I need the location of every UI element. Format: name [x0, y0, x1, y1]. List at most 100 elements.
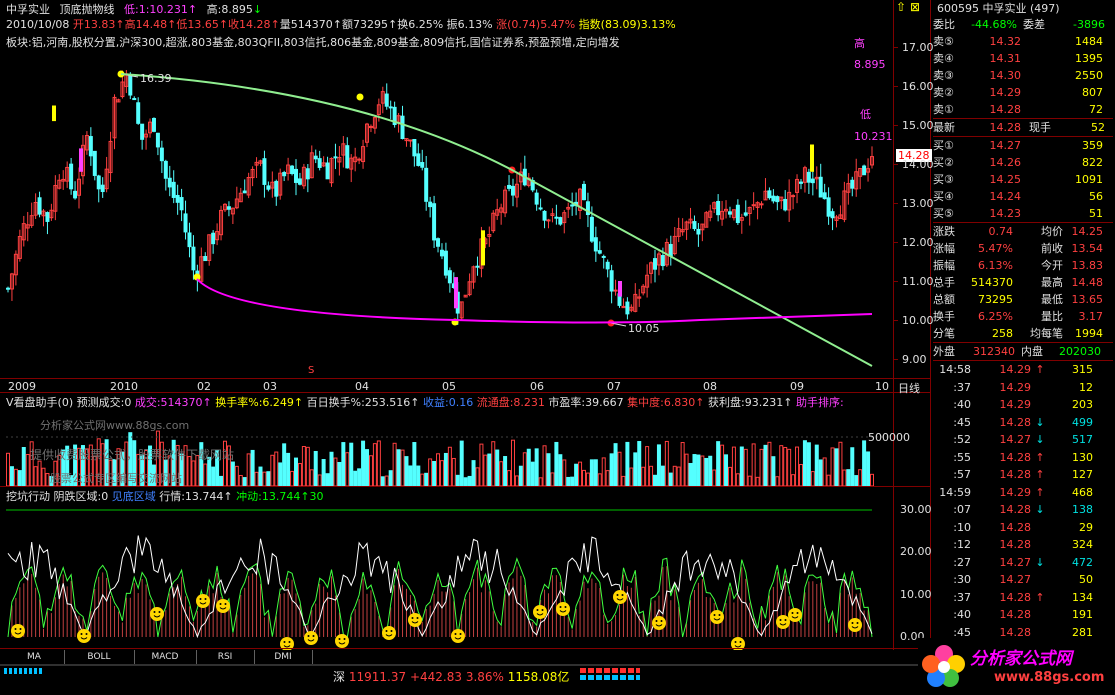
tick-time: :37 — [953, 380, 971, 394]
order-level[interactable]: 卖⑤ 14.32 1484 — [933, 33, 1113, 50]
candle-body — [242, 190, 247, 194]
level-volume: 1395 — [1075, 52, 1103, 65]
candle-body — [211, 232, 216, 245]
order-level[interactable]: 卖③ 14.30 2550 — [933, 67, 1113, 84]
candle-body — [443, 250, 448, 276]
stat-label: 今开 — [1041, 259, 1063, 272]
vol-axis-label: 500000 — [868, 431, 910, 444]
candle-body — [400, 115, 405, 140]
volume-bar — [333, 457, 338, 487]
vol-volume: 成交:514370↑ — [134, 396, 212, 409]
level-label: 买③ — [933, 173, 954, 186]
stat-value: 0.74 — [988, 225, 1014, 238]
price-tick-label: 11.00 — [902, 275, 934, 288]
volume-bar — [41, 467, 46, 487]
level-price: 14.24 — [989, 190, 1022, 203]
volume-bar — [763, 444, 768, 487]
order-level[interactable]: 卖① 14.28 72 — [933, 101, 1113, 118]
tab-rsi[interactable]: RSI — [196, 650, 255, 664]
tick-arrow — [1031, 396, 1049, 414]
time-unit[interactable]: 日线 — [898, 380, 920, 396]
smiley-eye — [541, 609, 544, 611]
candle-body — [428, 201, 433, 208]
candle-body — [613, 289, 618, 292]
tick-volume: 138 — [1072, 503, 1093, 516]
price-tick — [893, 86, 898, 87]
close-icon[interactable]: ⊠ — [910, 0, 920, 14]
tick-arrow: ↑ — [1035, 450, 1045, 464]
volume-bar — [530, 461, 535, 487]
candle-body — [558, 217, 563, 225]
tab-macd[interactable]: MACD — [134, 650, 197, 664]
candle-body — [266, 185, 271, 190]
tick-price: 14.29 — [999, 380, 1032, 394]
stat-row: 涨幅 5.47% 前收 13.54 — [933, 240, 1113, 257]
volume-bar — [475, 467, 480, 487]
price-tick — [893, 125, 898, 126]
order-level[interactable]: 买② 14.26 822 — [933, 154, 1113, 171]
stat-label: 量比 — [1041, 310, 1063, 323]
order-level[interactable]: 买① 14.27 359 — [933, 137, 1113, 154]
smiley-icon — [408, 613, 422, 627]
candle-body — [179, 197, 184, 211]
tick-price: 14.27 — [999, 433, 1032, 446]
index-pct: 3.86% — [465, 670, 504, 684]
volume-bar — [463, 477, 468, 487]
osc-zone: 阴跌区域:0 — [53, 490, 109, 503]
price-tick — [893, 320, 898, 321]
candle-body — [325, 162, 330, 180]
stat-label: 换手 — [933, 310, 955, 323]
time-tick-label: 02 — [197, 380, 211, 393]
volume-bar — [365, 449, 370, 487]
volume-bar — [368, 455, 373, 487]
order-level[interactable]: 卖② 14.29 807 — [933, 84, 1113, 101]
volume-bar — [759, 448, 764, 487]
tick-price: 14.28 — [999, 538, 1032, 551]
volume-bar — [278, 462, 283, 487]
tab-ma[interactable]: MA — [4, 650, 65, 664]
candle-body — [735, 204, 740, 224]
logo: 分析家公式网 www.88gs.com — [918, 638, 1115, 695]
smiley-icon — [533, 605, 547, 619]
smiley-eye — [856, 622, 859, 624]
order-level[interactable]: 买③ 14.25 1091 — [933, 171, 1113, 188]
peak-label: 16.39 — [140, 72, 172, 85]
tick-price: 14.28 — [999, 468, 1032, 481]
volume-bar — [818, 459, 823, 487]
order-level[interactable]: 买④ 14.24 56 — [933, 188, 1113, 205]
inner-value: 202030 — [1059, 345, 1101, 358]
level-label: 卖③ — [933, 69, 954, 82]
candle-body — [317, 158, 322, 168]
candle-body — [37, 197, 42, 215]
volume-bar — [250, 449, 255, 487]
candle-body — [850, 179, 855, 189]
tab-boll[interactable]: BOLL — [64, 650, 135, 664]
scroll-up-button[interactable]: ⇧ — [896, 0, 906, 14]
volume-bar — [317, 474, 322, 487]
volume-bar — [25, 453, 30, 487]
tick-volume: 324 — [1072, 538, 1093, 551]
osc-zone2: 见底区域 — [111, 490, 156, 503]
stat-label: 总手 — [933, 276, 955, 289]
tick-volume: 134 — [1072, 590, 1093, 604]
price-tick-label: 12.00 — [902, 236, 934, 249]
level-label: 买② — [933, 156, 954, 169]
candle-body — [818, 176, 823, 198]
highlight-candle — [810, 144, 814, 172]
volume-bar — [542, 445, 547, 487]
volume-bar — [649, 465, 654, 487]
tick-volume: 315 — [1072, 363, 1093, 376]
order-level[interactable]: 卖④ 14.31 1395 — [933, 50, 1113, 67]
tick-volume: 130 — [1072, 450, 1093, 464]
highlight-candle — [454, 277, 458, 309]
volume-bar — [526, 448, 531, 487]
candle-body — [384, 93, 389, 107]
tab-dmi[interactable]: DMI — [254, 650, 313, 664]
candle-body — [743, 212, 748, 216]
trend-line — [120, 73, 873, 367]
volume-bar — [270, 454, 275, 487]
volume-bar — [842, 469, 847, 487]
smiley-eye — [734, 641, 737, 643]
candle-body — [151, 117, 156, 132]
order-level[interactable]: 买⑤ 14.23 51 — [933, 205, 1113, 222]
